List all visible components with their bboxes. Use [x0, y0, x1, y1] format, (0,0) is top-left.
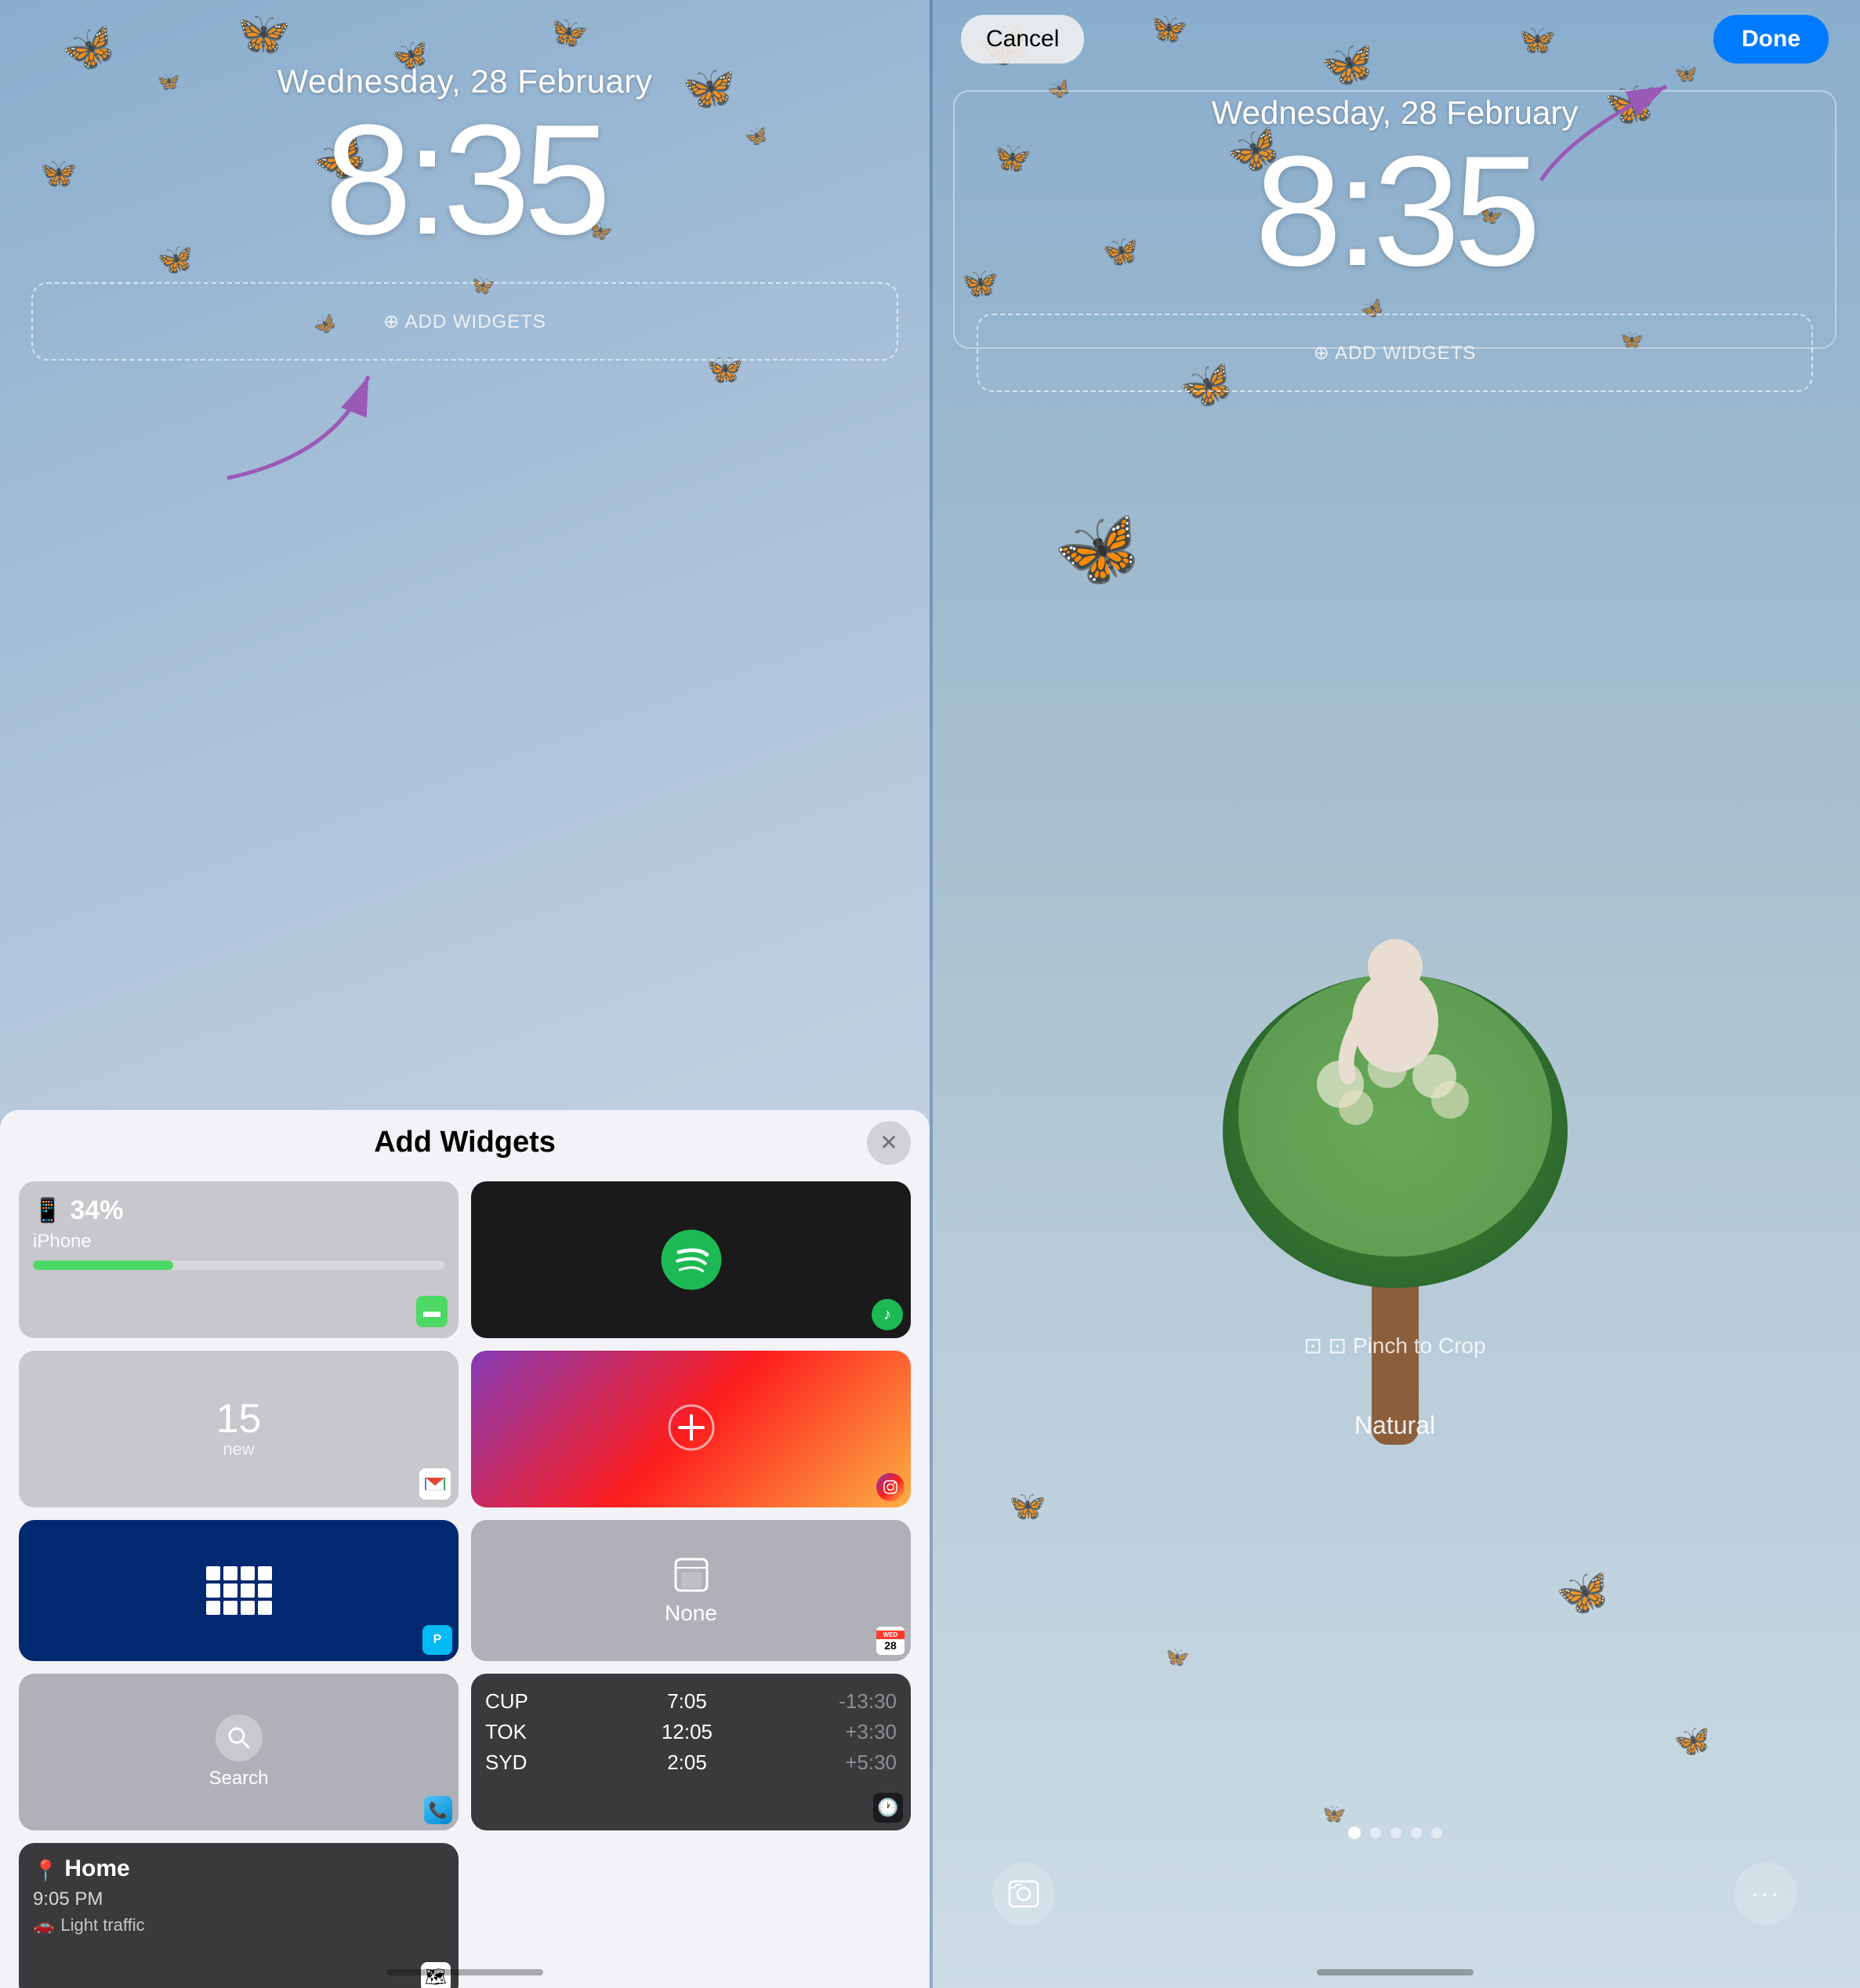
battery-app-badge: ▬ [416, 1296, 448, 1327]
dot-4[interactable] [1411, 1827, 1422, 1838]
home-pin-icon: 📍 [33, 1859, 58, 1883]
instagram-plus-icon [668, 1404, 715, 1455]
instagram-app-badge [876, 1473, 905, 1501]
left-add-widgets-btn[interactable]: ⊕ ADD WIDGETS [31, 282, 898, 361]
left-lock-time: 8:35 [0, 102, 930, 259]
crop-icon: ⊡ [1303, 1333, 1328, 1358]
phone-icon: 📱 [33, 1197, 62, 1224]
maps-destination: Home [64, 1856, 129, 1882]
right-home-indicator [1317, 1969, 1474, 1975]
cancel-button[interactable]: Cancel [961, 15, 1084, 63]
done-button[interactable]: Done [1713, 15, 1829, 63]
right-phone-panel: 🦋 🦋 🦋 🦋 🦋 🦋 🦋 🦋 🦋 🦋 🦋 🦋 🦋 🦋 🦋 🦋 🦋 🦋 🦋 🦋 … [930, 0, 1860, 1988]
gmail-app-badge [419, 1468, 451, 1500]
clock-row-cup: CUP 7:05 -13:30 [485, 1686, 897, 1717]
close-icon: ✕ [879, 1130, 897, 1155]
more-icon: ··· [1751, 1881, 1782, 1907]
spotify-widget[interactable]: ♪ [471, 1181, 911, 1338]
dot-2[interactable] [1370, 1827, 1381, 1838]
add-widgets-sheet: Add Widgets ✕ 📱 34% iPhone ▬ [0, 1110, 930, 1988]
panel-divider [930, 0, 933, 1988]
wallpaper-art-area: 🦋 [930, 431, 1860, 1753]
paytm-widget[interactable]: P [19, 1520, 459, 1661]
photo-icon [1008, 1880, 1039, 1908]
dot-1[interactable] [1348, 1827, 1361, 1839]
gmail-new-count: 15 [216, 1398, 262, 1439]
maps-eta: 9:05 PM [33, 1888, 444, 1910]
pinch-to-crop-hint: ⊡ ⊡ Pinch to Crop [930, 1333, 1860, 1359]
qr-grid [206, 1566, 272, 1615]
none-widget[interactable]: None WED 28 [471, 1520, 911, 1661]
right-lock-time: 8:35 [930, 133, 1860, 290]
bottom-controls: ··· [930, 1827, 1860, 1925]
battery-app-icon: ▬ [423, 1301, 441, 1322]
spotify-logo-icon [660, 1228, 723, 1291]
filter-name-label: Natural [930, 1411, 1860, 1440]
battery-bar-bg [33, 1261, 444, 1270]
search-phone-badge: 📞 [424, 1796, 452, 1824]
gmail-widget[interactable]: 15 new [19, 1351, 459, 1507]
dots-row [1348, 1827, 1442, 1839]
sheet-header: Add Widgets ✕ [19, 1126, 911, 1159]
gmail-icon [424, 1476, 446, 1492]
close-sheet-button[interactable]: ✕ [867, 1121, 911, 1165]
spotify-app-badge: ♪ [872, 1299, 903, 1330]
none-widget-label: None [665, 1601, 717, 1626]
battery-percent: 34% [70, 1195, 123, 1226]
none-calendar-badge: WED 28 [876, 1627, 905, 1655]
sheet-title: Add Widgets [374, 1126, 556, 1159]
right-top-bar: Cancel Done [930, 0, 1860, 78]
instagram-widget[interactable] [471, 1351, 911, 1507]
add-widgets-label: ⊕ ADD WIDGETS [383, 310, 546, 333]
clock-row-tok: TOK 12:05 +3:30 [485, 1717, 897, 1747]
more-options-button[interactable]: ··· [1735, 1863, 1797, 1925]
dot-5[interactable] [1431, 1827, 1442, 1838]
search-icon-circle [216, 1714, 263, 1761]
search-icon [225, 1724, 253, 1752]
dot-3[interactable] [1390, 1827, 1401, 1838]
clock-row-syd: SYD 2:05 +5:30 [485, 1747, 897, 1778]
gmail-new-label: new [223, 1439, 254, 1460]
left-home-indicator [386, 1969, 543, 1975]
paytm-app-badge: P [422, 1625, 452, 1655]
maps-traffic: 🚗 Light traffic [33, 1915, 444, 1935]
clock-app-badge: 🕐 [873, 1793, 903, 1823]
right-add-widgets-btn[interactable]: ⊕ ADD WIDGETS [977, 314, 1813, 392]
battery-bar-fill [33, 1261, 173, 1270]
worldclock-widget[interactable]: CUP 7:05 -13:30 TOK 12:05 +3:30 SYD 2:05… [471, 1674, 911, 1830]
car-icon: 🚗 [33, 1915, 54, 1935]
butterfly-on-tree: 🦋 [1046, 499, 1151, 601]
widget-grid: 📱 34% iPhone ▬ [19, 1181, 911, 1988]
left-phone-panel: 🦋 🦋 🦋 🦋 🦋 🦋 🦋 🦋 🦋 🦋 🦋 🦋 🦋 🦋 Wednesday, 2… [0, 0, 930, 1988]
photo-gallery-button[interactable] [992, 1863, 1055, 1925]
maps-widget[interactable]: 📍 Home 9:05 PM 🚗 Light traffic 🗺 [19, 1843, 459, 1988]
calendar-icon-none [672, 1555, 711, 1594]
search-widget-label: Search [208, 1768, 268, 1790]
bottom-action-row: ··· [930, 1863, 1860, 1925]
search-widget[interactable]: Search 📞 [19, 1674, 459, 1830]
battery-device-label: iPhone [33, 1231, 444, 1253]
battery-widget[interactable]: 📱 34% iPhone ▬ [19, 1181, 459, 1338]
